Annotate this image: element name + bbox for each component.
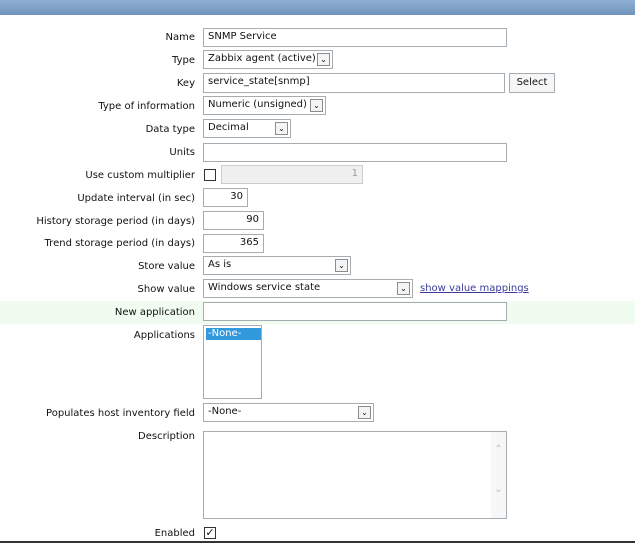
chevron-down-icon: ⌄ [335, 259, 348, 272]
description-textarea[interactable]: ⌃ ⌄ [203, 431, 507, 519]
data-type-select[interactable]: Decimal ⌄ [203, 119, 291, 138]
show-value-label: Show value [137, 284, 195, 295]
enabled-label: Enabled [154, 528, 195, 539]
chevron-down-icon: ⌄ [310, 99, 323, 112]
type-select[interactable]: Zabbix agent (active) ⌄ [203, 50, 333, 69]
multiplier-input[interactable]: 1 [221, 165, 363, 184]
name-label: Name [165, 32, 195, 43]
header-bar [0, 0, 635, 15]
select-button[interactable]: Select [509, 73, 555, 93]
units-input[interactable] [203, 143, 507, 162]
data-type-value: Decimal [208, 122, 249, 133]
key-label: Key [176, 78, 195, 89]
show-value-select[interactable]: Windows service state ⌄ [203, 279, 413, 298]
scroll-down-icon[interactable]: ⌄ [491, 484, 506, 495]
custom-multiplier-checkbox[interactable] [204, 169, 216, 181]
applications-label: Applications [133, 330, 195, 341]
update-interval-input[interactable]: 30 [203, 188, 248, 207]
key-input[interactable]: service_state[snmp] [203, 73, 505, 93]
description-label: Description [138, 431, 195, 442]
chevron-down-icon: ⌄ [275, 122, 288, 135]
custom-multiplier-label: Use custom multiplier [85, 170, 195, 181]
show-value-mappings-link[interactable]: show value mappings [420, 283, 529, 294]
applications-option[interactable]: -None- [206, 328, 261, 340]
scrollbar[interactable]: ⌃ ⌄ [491, 432, 506, 518]
applications-listbox[interactable]: -None- [203, 325, 262, 399]
type-of-information-value: Numeric (unsigned) [208, 99, 307, 110]
chevron-down-icon: ⌄ [358, 406, 371, 419]
trend-input[interactable]: 365 [203, 234, 264, 253]
data-type-label: Data type [145, 124, 195, 135]
type-of-information-select[interactable]: Numeric (unsigned) ⌄ [203, 96, 326, 115]
history-input[interactable]: 90 [203, 211, 264, 230]
store-value-label: Store value [138, 261, 195, 272]
new-application-input[interactable] [203, 302, 507, 321]
scroll-up-icon[interactable]: ⌃ [491, 444, 506, 455]
type-value: Zabbix agent (active) [208, 53, 316, 64]
inventory-label: Populates host inventory field [46, 408, 195, 419]
new-application-label: New application [114, 307, 195, 318]
chevron-down-icon: ⌄ [397, 282, 410, 295]
trend-label: Trend storage period (in days) [44, 238, 195, 249]
check-icon: ✓ [205, 526, 215, 539]
inventory-value: -None- [208, 406, 242, 417]
update-interval-label: Update interval (in sec) [77, 193, 195, 204]
enabled-checkbox[interactable]: ✓ [204, 527, 216, 539]
chevron-down-icon: ⌄ [317, 53, 330, 66]
type-of-information-label: Type of information [98, 101, 195, 112]
history-label: History storage period (in days) [36, 216, 195, 227]
type-label: Type [172, 55, 195, 66]
units-label: Units [169, 147, 195, 158]
store-value-value: As is [208, 259, 232, 270]
inventory-select[interactable]: -None- ⌄ [203, 403, 374, 422]
name-input[interactable]: SNMP Service [203, 28, 507, 47]
show-value-value: Windows service state [208, 282, 321, 293]
store-value-select[interactable]: As is ⌄ [203, 256, 351, 275]
